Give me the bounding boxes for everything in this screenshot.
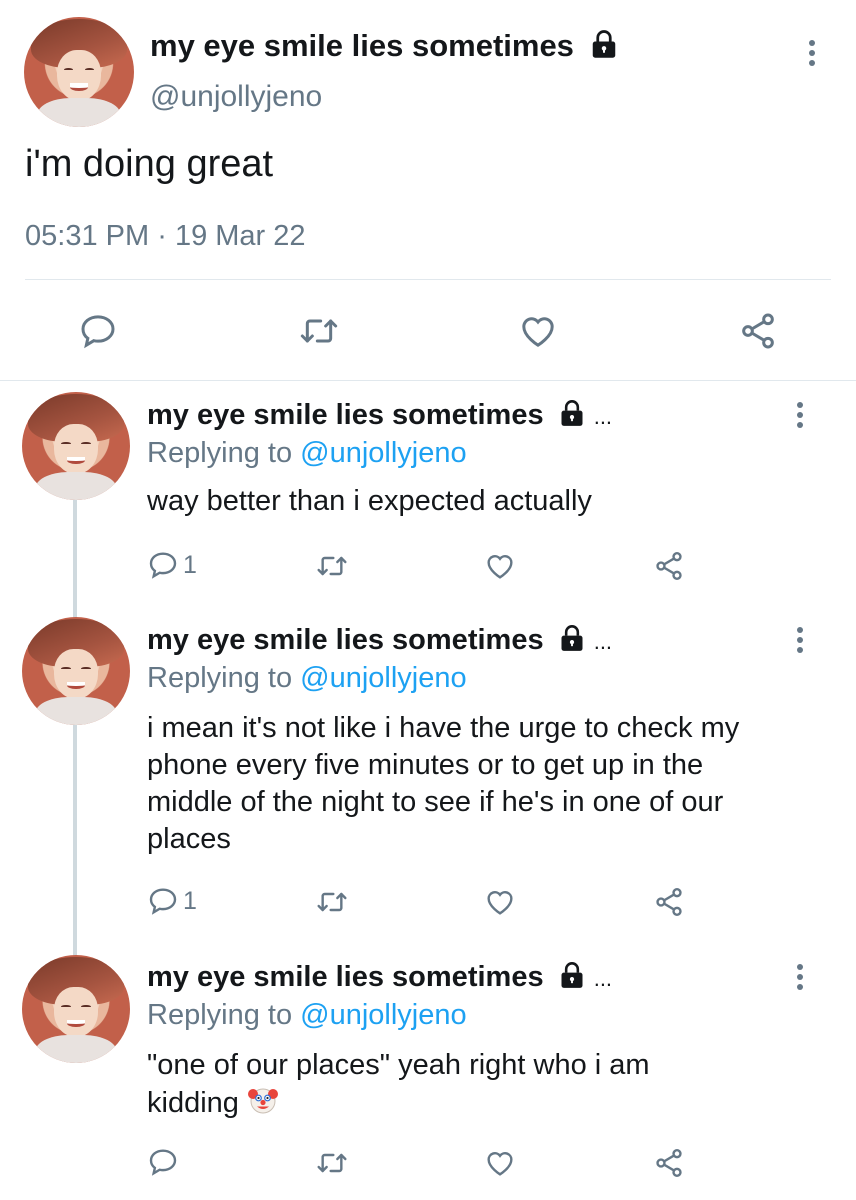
divider [25,279,831,280]
ellipsis: ... [593,404,613,429]
share-button[interactable] [652,1147,686,1179]
like-icon [487,891,513,915]
lock-icon [561,400,583,426]
retweet-icon [300,319,338,343]
like-icon [522,317,554,347]
share-icon [742,313,774,349]
share-icon [656,1149,682,1177]
ellipsis: ... [593,629,613,654]
retweet-icon [317,556,347,576]
avatar[interactable] [22,955,130,1063]
like-button[interactable] [483,550,517,582]
display-name[interactable]: my eye smile lies sometimes [150,28,619,64]
mention-link[interactable]: @unjollyjeno [300,662,466,694]
like-icon [487,1152,513,1176]
display-name[interactable]: my eye smile lies sometimes ... [147,624,612,657]
replying-to: Replying to @unjollyjeno [147,662,467,694]
share-button[interactable] [652,550,686,582]
thread-line [73,500,77,960]
user-handle[interactable]: @unjollyjeno [150,80,322,114]
retweet-button[interactable] [315,550,349,582]
divider [0,380,856,381]
more-options-icon[interactable] [807,40,817,66]
reply-button[interactable] [147,1146,179,1178]
more-options-icon[interactable] [795,964,805,990]
display-name[interactable]: my eye smile lies sometimes ... [147,961,612,994]
like-button[interactable] [483,1147,517,1179]
tweet-text: i'm doing great [25,143,274,185]
like-icon [487,555,513,579]
reply-button[interactable]: 1 [147,885,197,917]
lock-icon [592,30,615,58]
reply-icon [149,552,177,579]
mention-link[interactable]: @unjollyjeno [300,999,466,1031]
retweet-icon [317,892,347,912]
replying-to: Replying to @unjollyjeno [147,437,467,469]
reply-icon [149,1149,177,1176]
like-button[interactable] [517,311,559,351]
like-button[interactable] [483,886,517,918]
share-icon [656,888,682,916]
share-button[interactable] [652,886,686,918]
share-icon [656,552,682,580]
avatar[interactable] [24,17,134,127]
share-button[interactable] [737,311,779,351]
mention-link[interactable]: @unjollyjeno [300,437,466,469]
tweet-text: i mean it's not like i have the urge to … [147,712,740,855]
tweet-timestamp: 05:31 PM · 19 Mar 22 [25,220,306,252]
lock-icon [561,625,583,651]
retweet-icon [317,1153,347,1173]
reply-count: 1 [183,550,197,579]
reply-button[interactable]: 1 [147,549,197,581]
more-options-icon[interactable] [795,402,805,428]
reply-count: 1 [183,886,197,915]
tweet-text: "one of our places" yeah right who i am … [147,1049,650,1119]
retweet-button[interactable] [298,311,340,351]
reply-icon [149,888,177,915]
tweet-text: way better than i expected actually [147,485,592,517]
retweet-button[interactable] [315,886,349,918]
more-options-icon[interactable] [795,627,805,653]
lock-icon [561,962,583,988]
avatar[interactable] [22,392,130,500]
retweet-button[interactable] [315,1147,349,1179]
reply-icon [81,315,115,349]
reply-button[interactable] [78,311,118,351]
replying-to: Replying to @unjollyjeno [147,999,467,1031]
ellipsis: ... [593,966,613,991]
clown-face-icon [247,1088,278,1114]
display-name[interactable]: my eye smile lies sometimes ... [147,399,612,432]
avatar[interactable] [22,617,130,725]
